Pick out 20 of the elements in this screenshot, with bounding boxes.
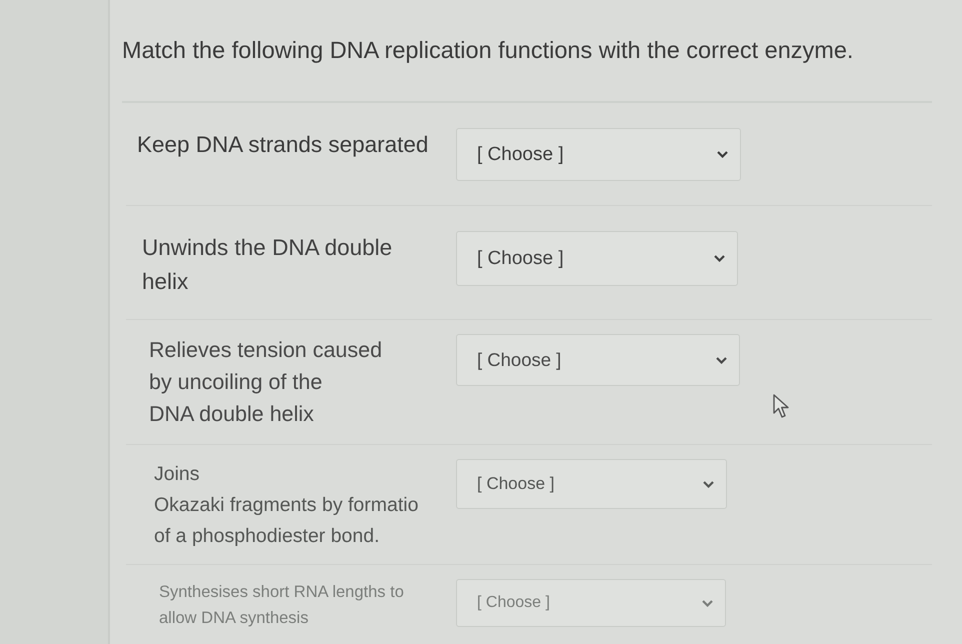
enzyme-select[interactable]: [ Choose ] (456, 459, 727, 509)
function-label: Keep DNA strands separated (137, 131, 428, 159)
chevron-down-icon (717, 151, 728, 158)
select-placeholder: [ Choose ] (477, 349, 562, 371)
function-label: Unwinds the DNA double helix (142, 234, 392, 296)
select-placeholder: [ Choose ] (477, 144, 564, 166)
question-prompt: Match the following DNA replication functions with the correct enzyme. (122, 36, 932, 103)
chevron-down-icon (703, 480, 714, 488)
chevron-down-icon (702, 600, 713, 606)
select-placeholder: [ Choose ] (477, 594, 550, 612)
function-label: Synthesises short RNA lengths to allow DNA synthesis (159, 582, 404, 629)
function-label: Relieves tension caused by uncoiling of the DNA double helix (149, 337, 382, 428)
select-placeholder: [ Choose ] (477, 248, 564, 270)
enzyme-select[interactable]: [ Choose ] (456, 128, 741, 181)
chevron-down-icon (714, 255, 725, 262)
enzyme-select[interactable]: [ Choose ] (456, 231, 738, 286)
select-placeholder: [ Choose ] (477, 474, 554, 494)
enzyme-select[interactable]: [ Choose ] (456, 334, 740, 386)
function-label: Joins Okazaki fragments by formatio of a phosphodiester bond. (154, 462, 418, 549)
chevron-down-icon (716, 356, 727, 364)
